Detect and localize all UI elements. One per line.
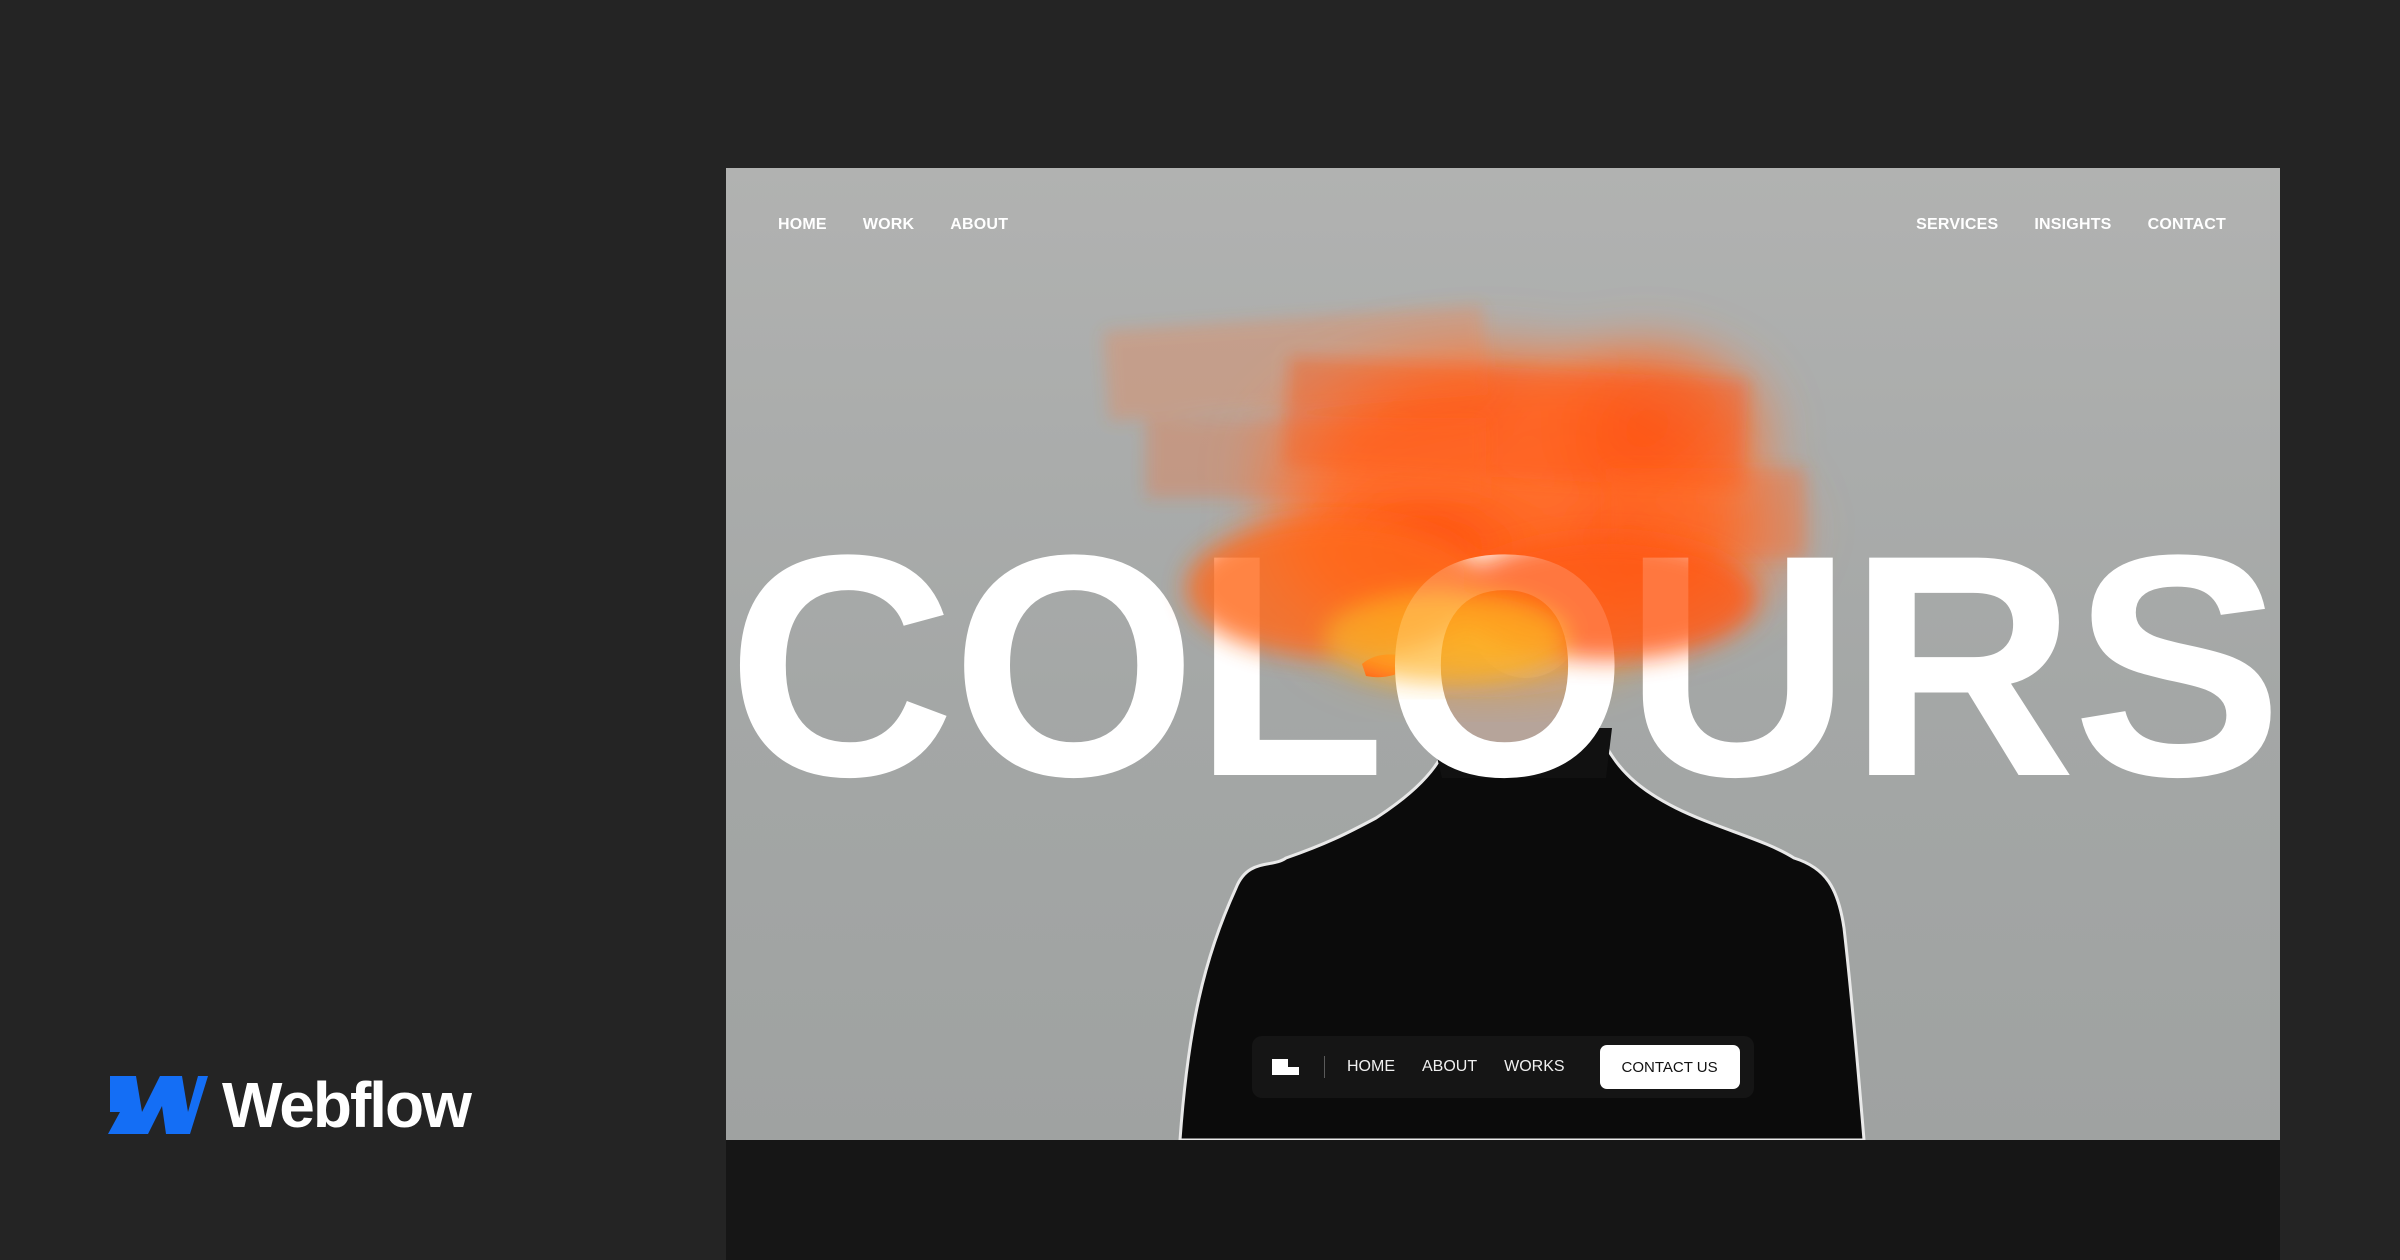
- nav-work-link[interactable]: WORK: [863, 216, 914, 234]
- floating-nav-works[interactable]: WORKS: [1504, 1058, 1564, 1076]
- hero-title: COLOURS: [727, 489, 2280, 842]
- floating-nav-links: HOME ABOUT WORKS: [1347, 1058, 1565, 1076]
- nav-home-link[interactable]: HOME: [778, 216, 827, 234]
- nav-services-link[interactable]: SERVICES: [1916, 216, 1998, 234]
- top-nav-right: SERVICES INSIGHTS CONTACT: [1916, 216, 2226, 234]
- webflow-brand: Webflow: [108, 1069, 472, 1141]
- nav-contact-link[interactable]: CONTACT: [2148, 216, 2226, 234]
- next-section-preview: [726, 1140, 2280, 1260]
- brand-name: Webflow: [222, 1069, 472, 1141]
- nav-about-link[interactable]: ABOUT: [950, 216, 1008, 234]
- site-logo-icon[interactable]: [1272, 1056, 1302, 1078]
- floating-nav-home[interactable]: HOME: [1347, 1058, 1395, 1076]
- nav-divider: [1324, 1056, 1325, 1078]
- floating-nav-about[interactable]: ABOUT: [1422, 1058, 1477, 1076]
- website-preview: HOME WORK ABOUT SERVICES INSIGHTS CONTAC…: [726, 168, 2280, 1140]
- contact-us-button[interactable]: CONTACT US: [1599, 1045, 1740, 1089]
- nav-insights-link[interactable]: INSIGHTS: [2034, 216, 2111, 234]
- floating-nav-bar: HOME ABOUT WORKS CONTACT US: [1252, 1036, 1754, 1098]
- webflow-logo-icon: [108, 1076, 208, 1134]
- top-nav-left: HOME WORK ABOUT: [778, 216, 1008, 234]
